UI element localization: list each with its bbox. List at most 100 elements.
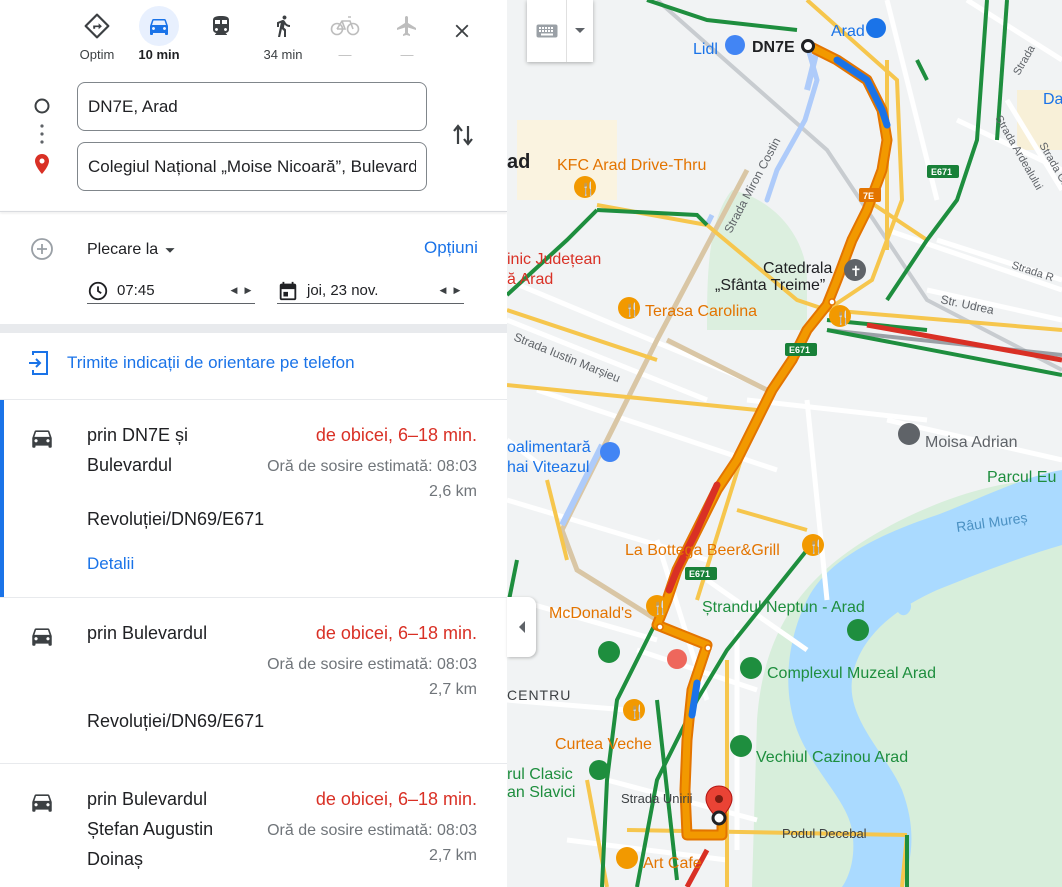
- divider: [0, 211, 507, 212]
- destination-pin-icon: [35, 154, 49, 174]
- add-destination-icon[interactable]: [30, 237, 54, 261]
- clock-icon: [88, 281, 108, 300]
- label-sfanta-treime: „Sfânta Treime”: [715, 277, 825, 294]
- route-duration: de obicei, 6–18 min.: [315, 623, 477, 643]
- depart-label: Plecare la: [87, 241, 159, 258]
- route-distance: 2,6 km: [428, 483, 477, 500]
- date-next-button[interactable]: ▶: [450, 285, 464, 296]
- shopping-icon: [600, 442, 620, 462]
- walk-icon: [263, 6, 303, 46]
- keyboard-icon: [527, 0, 567, 62]
- waypoint-icons: [34, 98, 50, 174]
- swap-waypoints-button[interactable]: [448, 118, 478, 152]
- hotel-icon: [667, 649, 687, 669]
- route-option-3[interactable]: prin Bulevardul Ștefan Augustin Doinaș d…: [0, 764, 507, 887]
- label-podul-decebal: Podul Decebal: [782, 826, 867, 841]
- label-vechiul-cazinou: Vechiul Cazinou Arad: [756, 749, 908, 766]
- place-pin-icon: [898, 423, 920, 445]
- route-details-link[interactable]: Detalii: [87, 554, 134, 574]
- route-name: prin Bulevardul: [87, 623, 208, 643]
- calendar-icon: [279, 281, 297, 300]
- map-canvas[interactable]: E671 7E E671 E671 🍴 🍴 🍴 🍴 🍴 🍴 ✝ Arad Lid…: [507, 0, 1062, 887]
- label-alimentara: oalimentară: [507, 439, 591, 456]
- time-next-button[interactable]: ▶: [241, 285, 255, 296]
- route-option-1[interactable]: prin DN7E și Bulevardul de obicei, 6–18 …: [0, 400, 507, 597]
- mode-flight-label: —: [400, 47, 414, 62]
- destination-input[interactable]: [77, 142, 427, 191]
- mode-flight[interactable]: —: [376, 6, 438, 66]
- label-strada: Strada: [1011, 43, 1038, 78]
- route-eta: Oră de sosire estimată: 08:03: [267, 458, 477, 475]
- close-icon: [455, 24, 469, 38]
- time-value: 07:45: [117, 282, 155, 299]
- options-link[interactable]: Opțiuni: [424, 238, 478, 258]
- svg-text:🍴: 🍴: [808, 539, 824, 555]
- caret-down-icon: [165, 248, 175, 253]
- train-icon: [201, 6, 241, 46]
- car-icon: [32, 430, 52, 448]
- route-duration: de obicei, 6–18 min.: [315, 425, 477, 445]
- mode-walking[interactable]: 34 min: [252, 6, 314, 66]
- collapse-panel-button[interactable]: [507, 597, 536, 657]
- label-ioan-slavici: an Slavici: [507, 784, 575, 801]
- route-name: prin DN7E și Bulevardul: [87, 425, 189, 475]
- time-prev-button[interactable]: ◀: [227, 285, 241, 296]
- car-icon: [32, 794, 52, 812]
- label-arad-station: Arad: [831, 23, 865, 40]
- train-station-icon: [866, 18, 886, 38]
- time-picker[interactable]: 07:45 ◀ ▶: [87, 278, 255, 304]
- origin-input[interactable]: [77, 82, 427, 131]
- close-directions-button[interactable]: [443, 12, 481, 50]
- label-lidl: Lidl: [693, 41, 718, 58]
- depart-at-dropdown[interactable]: Plecare la: [87, 239, 182, 261]
- origin-marker: [801, 39, 815, 53]
- mode-cycling[interactable]: —: [314, 6, 376, 66]
- svg-text:✝: ✝: [850, 263, 862, 279]
- send-to-phone-button[interactable]: Trimite indicații de orientare pe telefo…: [27, 349, 355, 377]
- bike-icon: [325, 6, 365, 46]
- label-curtea-veche: Curtea Veche: [555, 736, 652, 753]
- route-eta: Oră de sosire estimată: 08:03: [267, 656, 477, 673]
- date-picker[interactable]: joi, 23 nov. ◀ ▶: [277, 278, 464, 304]
- date-prev-button[interactable]: ◀: [436, 285, 450, 296]
- shopping-icon: [725, 35, 745, 55]
- label-da: Da: [1043, 91, 1062, 108]
- route-distance: 2,7 km: [428, 681, 477, 698]
- plane-icon: [387, 6, 427, 46]
- label-spital: inic Județean: [507, 251, 601, 268]
- directions-panel: Optim 10 min 34 min — — DN7E, Arad Coleg…: [0, 0, 507, 887]
- mode-cycling-label: —: [338, 47, 352, 62]
- mode-best-label: Optim: [79, 47, 115, 62]
- landmark-icon: [730, 735, 752, 757]
- route-option-2[interactable]: prin Bulevardul de obicei, 6–18 min. Oră…: [0, 598, 507, 763]
- travel-mode-bar: Optim 10 min 34 min — —: [66, 6, 438, 66]
- route-name-road: Revoluției/DN69/E671: [87, 711, 265, 731]
- keyboard-input-button[interactable]: [527, 0, 593, 62]
- mode-walking-label: 34 min: [263, 47, 303, 62]
- label-mcdonalds: McDonald's: [549, 605, 632, 622]
- transit-icon: [598, 641, 620, 663]
- svg-text:🍴: 🍴: [835, 310, 851, 326]
- label-la-bottega: La Bottega Beer&Grill: [625, 542, 780, 559]
- park-icon: [847, 619, 869, 641]
- label-teatrul-clasic: rul Clasic: [507, 766, 573, 783]
- car-icon: [32, 628, 52, 646]
- label-art-cafe: Art Cafe: [643, 855, 702, 872]
- svg-text:🍴: 🍴: [652, 600, 668, 616]
- shield-e671-3: E671: [689, 569, 710, 579]
- label-strandul-neptun: Ștrandul Neptun - Arad: [702, 599, 865, 616]
- send-to-phone-label: Trimite indicații de orientare pe telefo…: [67, 353, 355, 372]
- svg-text:🍴: 🍴: [629, 704, 645, 720]
- origin-circle-icon: [34, 98, 50, 114]
- label-catedrala: Catedrala: [763, 260, 832, 277]
- label-spital-2: ă Arad: [507, 271, 553, 288]
- mode-transit[interactable]: [190, 6, 252, 66]
- send-to-phone-icon: [29, 351, 48, 375]
- car-icon: [139, 6, 179, 46]
- section-divider: [0, 324, 507, 333]
- chevron-down-icon[interactable]: [567, 0, 593, 62]
- mode-driving[interactable]: 10 min: [128, 6, 190, 66]
- label-kfc: KFC Arad Drive-Thru: [557, 157, 706, 174]
- svg-text:🍴: 🍴: [624, 302, 640, 318]
- mode-best[interactable]: Optim: [66, 6, 128, 66]
